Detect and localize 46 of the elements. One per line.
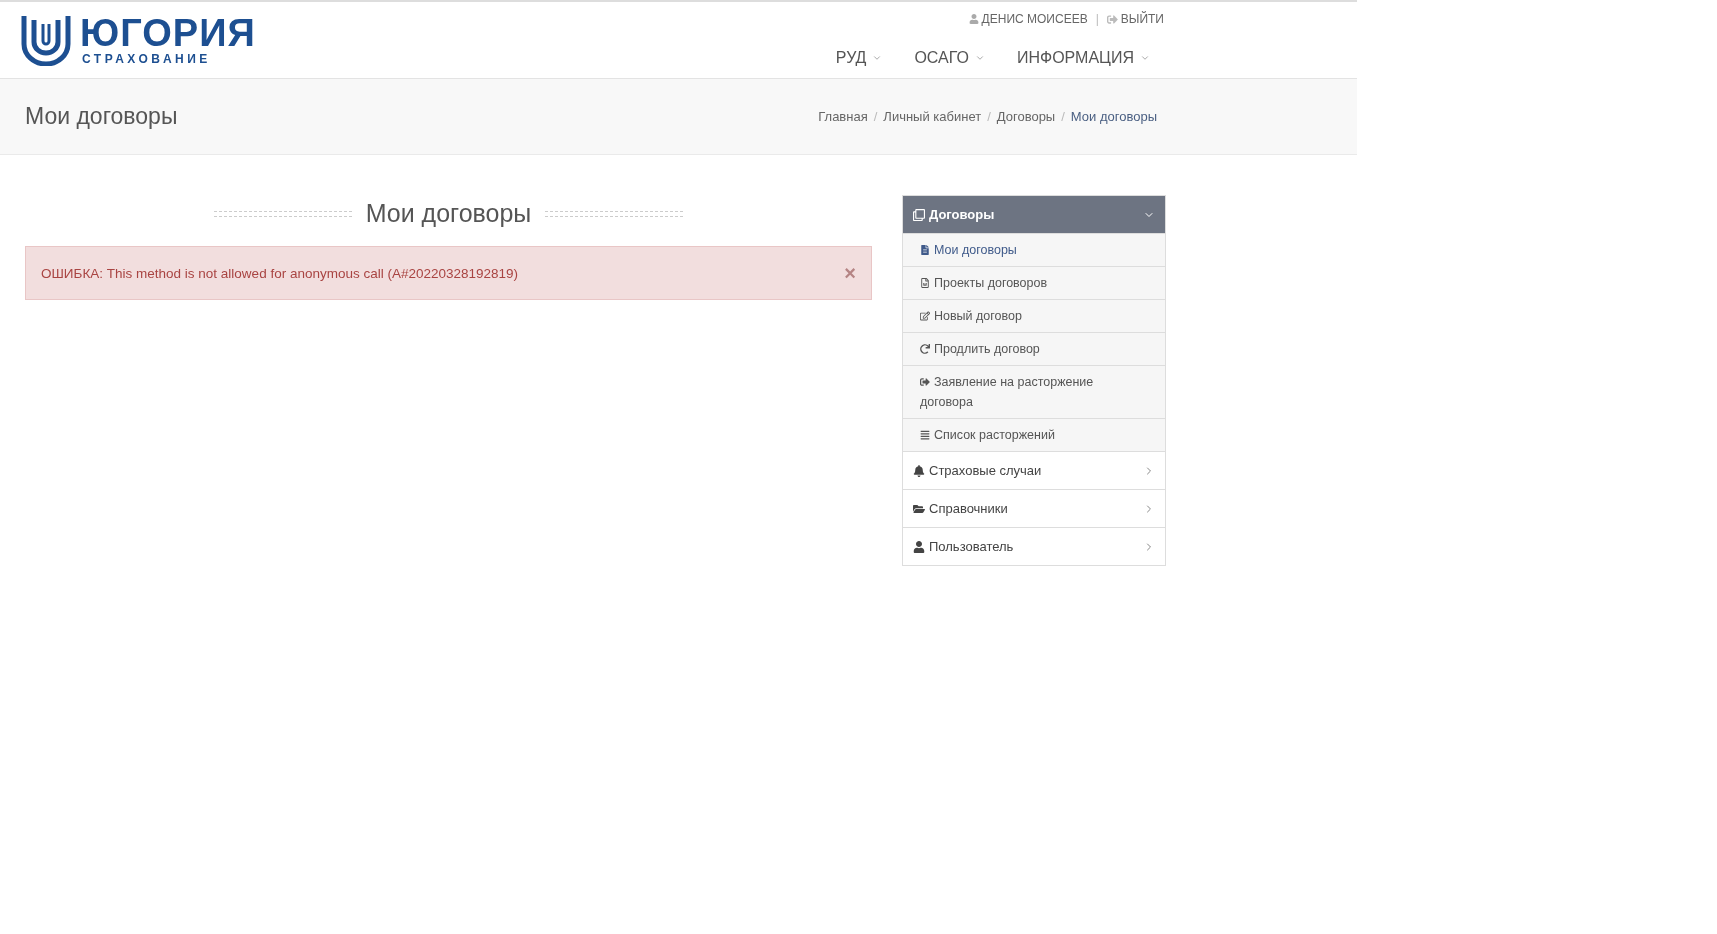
breadcrumb-separator: / <box>873 109 878 124</box>
sidebar-item[interactable]: Проекты договоров <box>903 266 1165 299</box>
section-heading: Мои договоры <box>365 199 532 228</box>
edit-icon <box>920 311 930 321</box>
word-file-icon <box>920 278 930 288</box>
logo-emblem-icon <box>20 14 72 66</box>
sidebar-group[interactable]: Договоры <box>903 196 1165 233</box>
list-icon <box>920 430 930 440</box>
sidebar-item[interactable]: Мои договоры <box>903 233 1165 266</box>
group-label: Справочники <box>929 501 1008 516</box>
logo-name: ЮГОРИЯ <box>80 14 256 52</box>
breadcrumb-link[interactable]: Договоры <box>996 109 1056 124</box>
logo[interactable]: ЮГОРИЯ СТРАХОВАНИЕ <box>20 2 256 78</box>
logo-tagline: СТРАХОВАНИЕ <box>81 52 212 66</box>
copy-icon <box>913 208 925 221</box>
page-title: Мои договоры <box>25 103 178 130</box>
group-label: Пользователь <box>929 539 1014 554</box>
document-icon <box>920 245 930 255</box>
chevron-down-icon <box>974 53 985 63</box>
sidebar-item[interactable]: Список расторжений <box>903 418 1165 451</box>
breadcrumb-link[interactable]: Главная <box>818 109 868 124</box>
breadcrumb-separator: / <box>987 109 991 124</box>
chevron-down-icon <box>872 53 883 63</box>
nav-menu-item[interactable]: РУД <box>835 49 883 67</box>
group-label: Страховые случаи <box>929 463 1042 478</box>
sign-out-icon <box>1106 13 1118 25</box>
nav-menu-item[interactable]: ОСАГО <box>914 49 985 67</box>
sidebar-item[interactable]: Заявление на расторжение договора <box>903 365 1165 418</box>
user-icon <box>968 14 979 24</box>
group-label: Договоры <box>929 207 995 222</box>
breadcrumb-link[interactable]: Мои договоры <box>1070 109 1157 124</box>
link-label: ВЫЙТИ <box>1120 12 1164 26</box>
sidebar-item[interactable]: Новый договор <box>903 299 1165 332</box>
breadcrumb-link[interactable]: Личный кабинет <box>883 109 982 124</box>
error-message: ОШИБКА: This method is not allowed for anonymous call (A#20220328192819) <box>41 265 519 281</box>
sidebar-item[interactable]: Продлить договор <box>903 332 1165 365</box>
sign-out-icon <box>920 377 930 387</box>
folder-icon <box>913 502 925 515</box>
breadcrumb-separator: / <box>1061 109 1065 124</box>
refresh-icon <box>920 344 930 354</box>
nav-menu-item[interactable]: ИНФОРМАЦИЯ <box>1016 49 1150 67</box>
separator: | <box>1095 12 1099 26</box>
chevron-down-icon <box>1140 53 1150 63</box>
user-icon <box>913 540 925 553</box>
logout-link[interactable]: ВЫЙТИ <box>1106 12 1164 26</box>
bell-icon <box>913 464 925 477</box>
